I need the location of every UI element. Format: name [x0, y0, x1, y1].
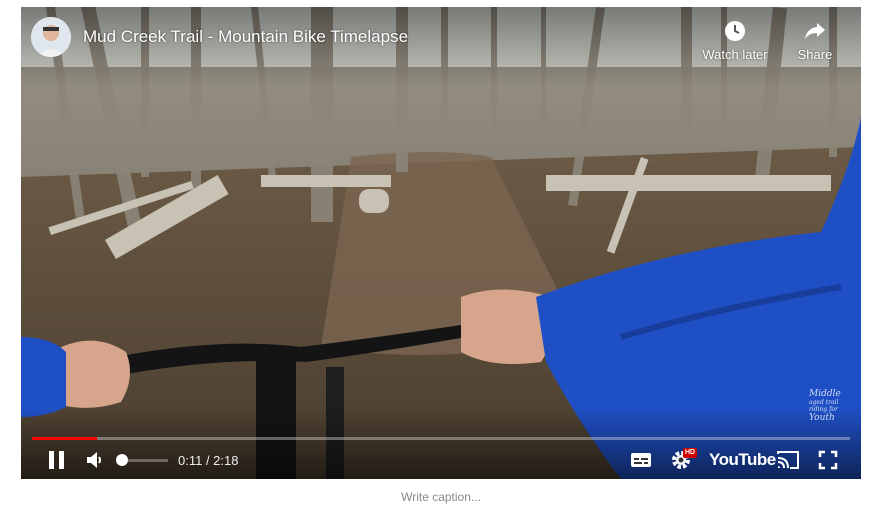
cast-icon: [775, 448, 801, 472]
channel-watermark: Middle aged trail riding for Youth: [809, 390, 853, 423]
progress-played: [32, 437, 98, 440]
volume-slider[interactable]: [116, 454, 168, 466]
cast-button[interactable]: [775, 448, 801, 472]
caption-input[interactable]: Write caption...: [0, 490, 877, 504]
volume-button[interactable]: [84, 448, 106, 472]
pause-icon: [46, 448, 68, 472]
fullscreen-icon: [816, 448, 840, 472]
subtitles-icon: [629, 448, 653, 472]
watch-later-label: Watch later: [702, 47, 768, 62]
hd-badge: HD: [683, 448, 698, 458]
share-button[interactable]: Share: [775, 19, 855, 62]
volume-icon: [84, 448, 106, 472]
share-label: Share: [797, 47, 833, 62]
volume-knob[interactable]: [116, 454, 128, 466]
video-title[interactable]: Mud Creek Trail - Mountain Bike Timelaps…: [83, 27, 408, 47]
watch-later-button[interactable]: Watch later: [695, 19, 775, 62]
youtube-logo[interactable]: YouTube: [709, 450, 776, 470]
time-display: 0:11 / 2:18: [178, 453, 239, 468]
progress-bar[interactable]: [32, 437, 850, 440]
watermark-line: Middle: [809, 389, 841, 399]
fullscreen-button[interactable]: [816, 448, 840, 472]
video-player[interactable]: Mud Creek Trail - Mountain Bike Timelaps…: [21, 7, 861, 479]
channel-avatar[interactable]: [31, 17, 71, 57]
watermark-line: Youth: [809, 413, 835, 423]
pause-button[interactable]: [46, 448, 68, 472]
share-arrow-icon: [803, 19, 827, 43]
clock-icon: [723, 19, 747, 43]
subtitles-button[interactable]: [629, 448, 653, 472]
